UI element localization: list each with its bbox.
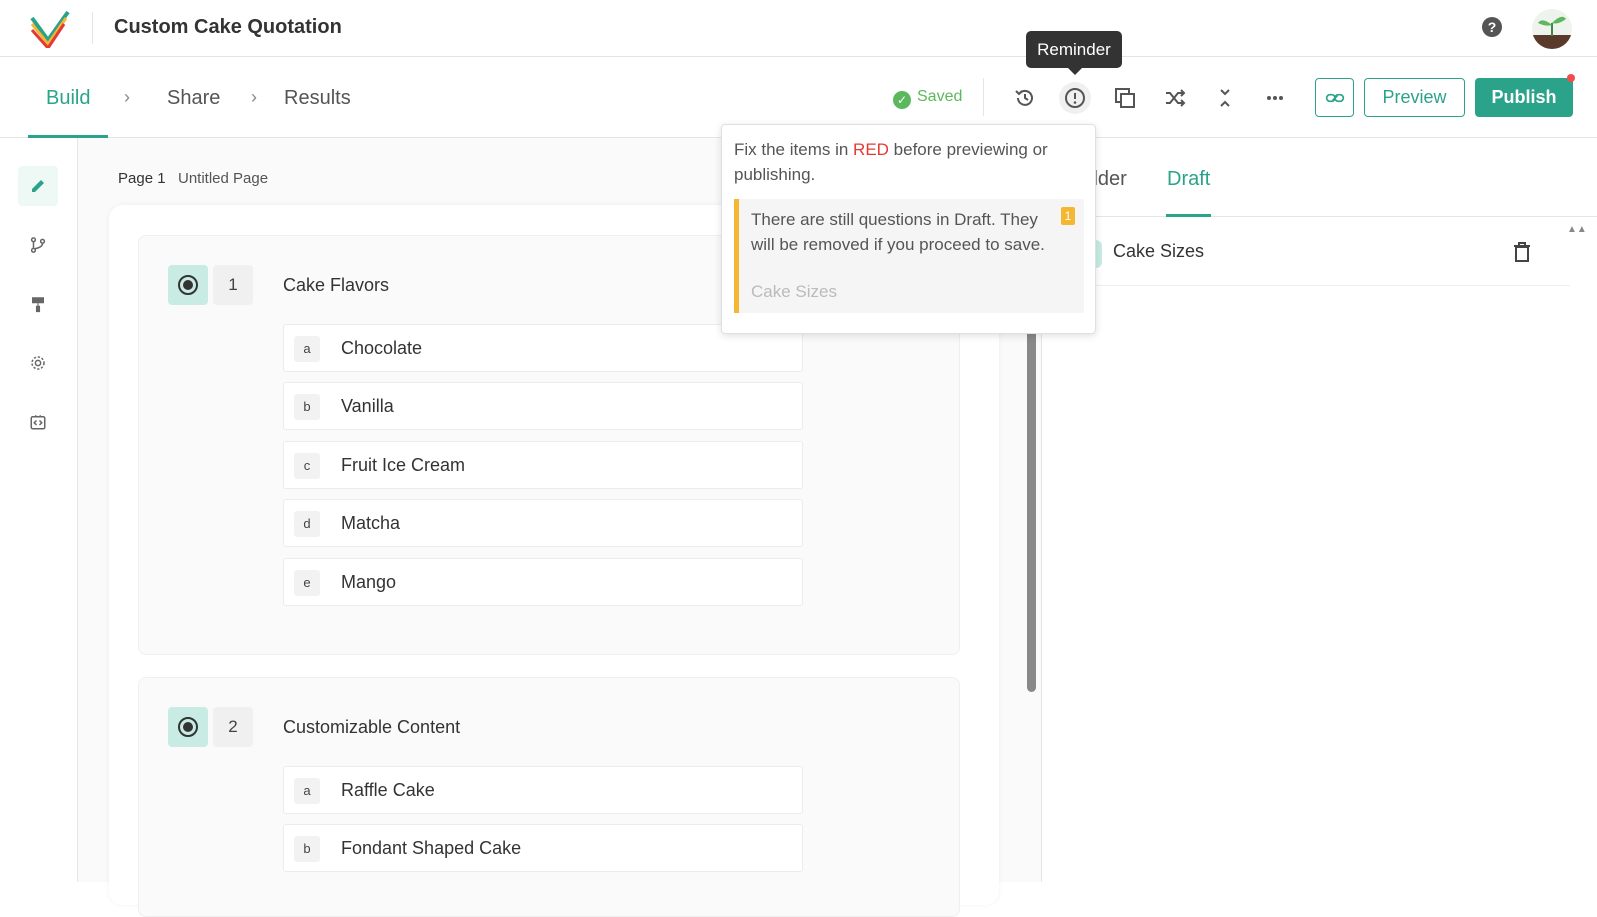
scroll-up-icon[interactable]: ▲▲ <box>1567 224 1587 235</box>
shuffle-icon[interactable] <box>1159 82 1191 114</box>
saved-status: ✓ Saved <box>893 88 962 109</box>
reminder-popover: Fix the items in RED before previewing o… <box>721 124 1096 334</box>
copy-link-button[interactable] <box>1315 78 1354 117</box>
list-item[interactable]: b Fondant Shaped Cake <box>283 824 803 872</box>
option-letter: a <box>294 778 320 804</box>
saved-label: Saved <box>917 88 963 105</box>
option-letter: b <box>294 836 320 862</box>
reminder-tooltip: Reminder <box>1026 31 1122 75</box>
option-letter: b <box>294 394 320 420</box>
list-item[interactable]: b Vanilla <box>283 382 803 430</box>
toolbar-divider <box>983 78 984 116</box>
notification-dot <box>1567 74 1575 82</box>
step-build[interactable]: Build <box>46 87 90 110</box>
reminder-icon[interactable] <box>1059 82 1091 114</box>
option-label: Fruit Ice Cream <box>341 455 466 475</box>
help-icon[interactable]: ? <box>1482 17 1502 37</box>
tab-divider <box>1042 216 1597 217</box>
option-label: Fondant Shaped Cake <box>341 838 522 858</box>
question-title[interactable]: Customizable Content <box>283 717 460 738</box>
trash-icon[interactable] <box>1514 242 1530 262</box>
draft-warning: There are still questions in Draft. They… <box>734 199 1084 313</box>
option-label: Chocolate <box>341 338 423 358</box>
step-results[interactable]: Results <box>284 87 351 110</box>
page-label: Page 1 <box>118 170 166 187</box>
tab-draft[interactable]: Draft <box>1167 168 1210 191</box>
question-card[interactable]: 2 Customizable Content a Raffle Cake b F… <box>138 677 960 917</box>
active-tab-underline <box>1166 214 1211 217</box>
more-icon[interactable] <box>1259 82 1291 114</box>
embed-code-icon[interactable] <box>18 402 58 442</box>
app-logo[interactable] <box>28 8 72 48</box>
chevron-right-icon: › <box>124 87 130 107</box>
option-letter: a <box>294 336 320 362</box>
canvas-scrollbar[interactable] <box>1027 320 1036 692</box>
reminder-message-red: RED <box>853 140 889 159</box>
single-choice-icon <box>168 707 208 747</box>
option-label: Raffle Cake <box>341 780 435 800</box>
option-label: Vanilla <box>341 396 394 416</box>
option-letter: c <box>294 453 320 479</box>
right-panel: ilder Draft Cake Sizes ▲▲ <box>1041 138 1597 882</box>
preview-button[interactable]: Preview <box>1364 78 1465 117</box>
draft-item[interactable]: Cake Sizes <box>1042 218 1570 286</box>
branch-icon[interactable] <box>18 225 58 265</box>
reminder-message: Fix the items in RED before previewing o… <box>734 137 1084 187</box>
link-icon <box>1325 93 1344 102</box>
edit-icon[interactable] <box>18 166 58 206</box>
paint-roller-icon[interactable] <box>18 284 58 324</box>
question-number: 2 <box>213 707 253 747</box>
left-rail <box>0 138 78 882</box>
history-icon[interactable] <box>1009 82 1041 114</box>
top-bar: Custom Cake Quotation ? <box>0 0 1597 57</box>
list-item[interactable]: e Mango <box>283 558 803 606</box>
step-share[interactable]: Share <box>167 87 220 110</box>
single-choice-icon <box>168 265 208 305</box>
question-number: 1 <box>213 265 253 305</box>
option-label: Matcha <box>341 513 401 533</box>
draft-warning-text: There are still questions in Draft. They… <box>751 210 1045 254</box>
check-circle-icon: ✓ <box>893 91 911 109</box>
option-label: Mango <box>341 572 397 592</box>
option-letter: d <box>294 511 320 537</box>
list-item[interactable]: d Matcha <box>283 499 803 547</box>
collapse-icon[interactable] <box>1209 82 1241 114</box>
warning-count-badge: 1 <box>1061 207 1075 225</box>
app-title: Custom Cake Quotation <box>114 16 342 38</box>
option-letter: e <box>294 570 320 596</box>
draft-warning-item[interactable]: Cake Sizes <box>751 282 837 302</box>
publish-button[interactable]: Publish <box>1475 78 1573 117</box>
sprout-icon <box>1532 16 1572 49</box>
reminder-message-text: Fix the items in <box>734 140 854 159</box>
draft-item-label: Cake Sizes <box>1113 241 1205 261</box>
settings-icon[interactable] <box>18 343 58 383</box>
list-item[interactable]: a Raffle Cake <box>283 766 803 814</box>
question-title[interactable]: Cake Flavors <box>283 275 389 296</box>
chevron-right-icon: › <box>251 87 257 107</box>
list-item[interactable]: c Fruit Ice Cream <box>283 441 803 489</box>
page-name[interactable]: Untitled Page <box>178 170 268 187</box>
duplicate-icon[interactable] <box>1109 82 1141 114</box>
topbar-divider <box>92 12 93 44</box>
avatar[interactable] <box>1532 9 1572 49</box>
